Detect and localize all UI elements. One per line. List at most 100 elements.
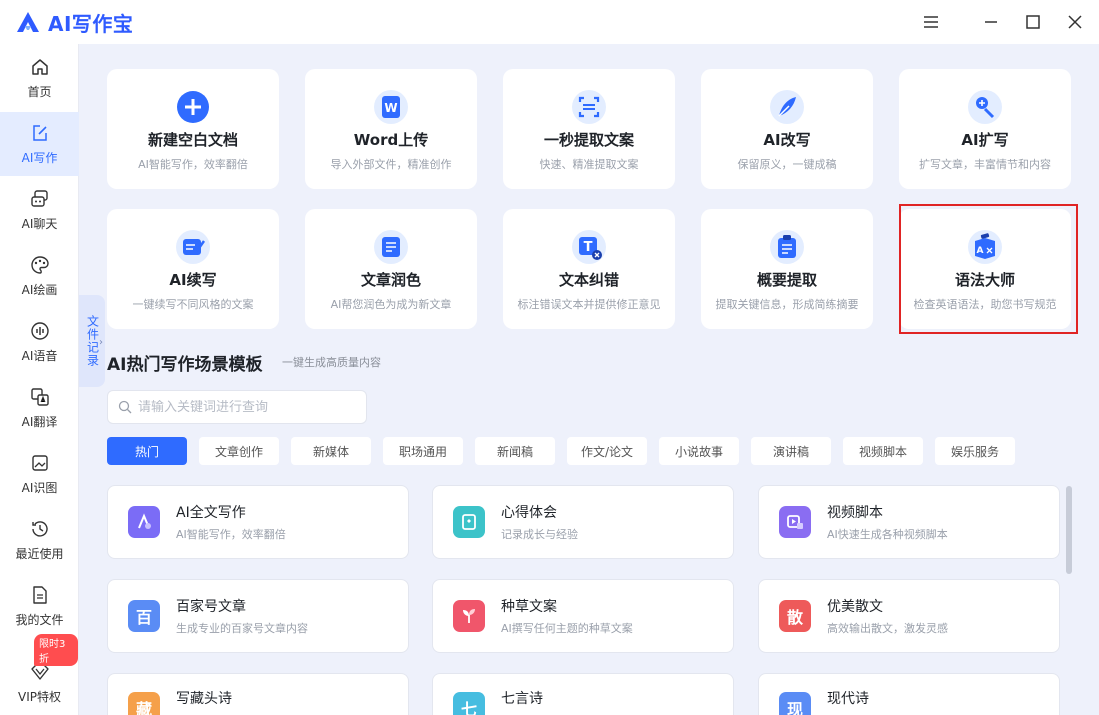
close-button[interactable]	[1057, 4, 1093, 40]
tool-title: AI续写	[169, 271, 217, 289]
tool-desc: 提取关键信息，形成简练摘要	[715, 298, 859, 311]
sidebar-item-ai-image-recognition[interactable]: AI识图	[0, 442, 79, 506]
sidebar-item-label: AI绘画	[21, 282, 58, 297]
section-title: AI热门写作场景模板	[107, 355, 263, 375]
tool-title: AI扩写	[961, 131, 1009, 149]
tool-grammar-master[interactable]: A 语法大师 检查英语语法，助您书写规范	[899, 209, 1071, 329]
tag-new-media[interactable]: 新媒体	[291, 437, 371, 465]
template-seven-char-poem[interactable]: 七 七言诗	[432, 673, 734, 715]
tool-desc: 导入外部文件，精准创作	[330, 158, 452, 171]
logo-icon	[17, 12, 39, 32]
sidebar-item-label: VIP特权	[18, 689, 61, 704]
ai-write-icon	[128, 506, 160, 538]
sidebar-item-label: AI翻译	[21, 414, 58, 429]
tool-title: 一秒提取文案	[543, 131, 634, 149]
tool-title: 语法大师	[954, 271, 1015, 289]
sidebar-item-ai-translate[interactable]: AI翻译	[0, 376, 79, 440]
template-seeding-copy[interactable]: 种草文案 AI撰写任何主题的种草文案	[432, 579, 734, 653]
minimize-button[interactable]	[973, 4, 1009, 40]
tool-new-blank-doc[interactable]: 新建空白文档 AI智能写作，效率翻倍	[107, 69, 279, 189]
plus-circle-icon	[177, 91, 209, 123]
scan-text-icon	[572, 90, 606, 124]
tool-desc: 一键续写不同风格的文案	[132, 298, 254, 311]
search-input[interactable]	[138, 399, 358, 415]
template-title: 视频脚本	[827, 505, 883, 521]
tool-ai-rewrite[interactable]: AI改写 保留原义，一键成稿	[701, 69, 873, 189]
text-correct-icon: T	[572, 230, 606, 264]
sidebar-item-label: 首页	[27, 84, 52, 99]
minimize-icon	[985, 21, 997, 23]
template-search[interactable]	[107, 390, 367, 424]
tag-workplace[interactable]: 职场通用	[383, 437, 463, 465]
template-desc: AI快速生成各种视频脚本	[827, 528, 948, 541]
tool-summary-extract[interactable]: 概要提取 提取关键信息，形成简练摘要	[701, 209, 873, 329]
template-title: 写藏头诗	[176, 691, 232, 707]
tool-desc: 扩写文章，丰富情节和内容	[919, 158, 1051, 171]
tool-desc: 保留原义，一键成稿	[737, 158, 837, 171]
sidebar-item-label: AI写作	[21, 150, 58, 165]
menu-icon	[924, 16, 938, 28]
template-modern-poem[interactable]: 现 现代诗	[758, 673, 1060, 715]
maximize-icon	[1026, 15, 1040, 29]
tool-desc: AI智能写作，效率翻倍	[138, 158, 248, 171]
tool-polish-article[interactable]: 文章润色 AI帮您润色为成为新文章	[305, 209, 477, 329]
category-tags: 热门 文章创作 新媒体 职场通用 新闻稿 作文/论文 小说故事 演讲稿 视频脚本…	[107, 437, 1027, 465]
sidebar-item-ai-chat[interactable]: AI聊天	[0, 178, 79, 242]
sidebar-item-label: 我的文件	[15, 612, 64, 627]
notebook-icon	[453, 506, 485, 538]
scrollbar-thumb[interactable]	[1066, 486, 1072, 574]
sidebar-item-my-files[interactable]: 我的文件	[0, 574, 79, 638]
vip-discount-badge: 限时3折	[34, 634, 78, 666]
template-title: 优美散文	[827, 599, 883, 615]
translate-icon	[30, 387, 49, 406]
template-title: 心得体会	[501, 505, 557, 521]
sidebar-item-recent[interactable]: 最近使用	[0, 508, 79, 572]
tag-video-script[interactable]: 视频脚本	[843, 437, 923, 465]
sidebar-item-ai-voice[interactable]: AI语音	[0, 310, 79, 374]
tag-novel[interactable]: 小说故事	[659, 437, 739, 465]
tool-desc: 检查英语语法，助您书写规范	[913, 298, 1057, 311]
file-record-tab[interactable]: 文件记录 ›	[79, 295, 105, 387]
seven-char-icon: 七	[453, 692, 485, 715]
tag-hot[interactable]: 热门	[107, 437, 187, 465]
sidebar-item-home[interactable]: 首页	[0, 46, 79, 110]
tag-essay[interactable]: 作文/论文	[567, 437, 647, 465]
tool-title: 新建空白文档	[147, 131, 238, 149]
close-icon	[1068, 15, 1082, 29]
tag-article[interactable]: 文章创作	[199, 437, 279, 465]
search-icon	[118, 400, 132, 414]
tool-ai-expand[interactable]: AI扩写 扩写文章，丰富情节和内容	[899, 69, 1071, 189]
grammar-book-icon: A	[968, 230, 1002, 264]
tool-extract-text[interactable]: 一秒提取文案 快速、精准提取文案	[503, 69, 675, 189]
svg-text:A: A	[977, 246, 984, 256]
template-prose[interactable]: 散 优美散文 高效输出散文，激发灵感	[758, 579, 1060, 653]
template-video-script[interactable]: 视频脚本 AI快速生成各种视频脚本	[758, 485, 1060, 559]
tag-entertainment[interactable]: 娱乐服务	[935, 437, 1015, 465]
edit-icon	[32, 124, 47, 141]
tag-press[interactable]: 新闻稿	[475, 437, 555, 465]
template-ai-full-writing[interactable]: AI全文写作 AI智能写作，效率翻倍	[107, 485, 409, 559]
tool-word-upload[interactable]: W Word上传 导入外部文件，精准创作	[305, 69, 477, 189]
template-baijiahao[interactable]: 百 百家号文章 生成专业的百家号文章内容	[107, 579, 409, 653]
template-desc: AI智能写作，效率翻倍	[176, 528, 286, 541]
template-reflections[interactable]: 心得体会 记录成长与经验	[432, 485, 734, 559]
file-record-label: 文件记录	[85, 315, 100, 367]
expand-pen-icon	[968, 90, 1002, 124]
prose-icon: 散	[779, 600, 811, 632]
image-icon	[31, 454, 48, 471]
template-title: AI全文写作	[176, 505, 246, 521]
modern-poem-icon: 现	[779, 692, 811, 715]
sprout-icon	[453, 600, 485, 632]
tool-ai-continue[interactable]: AI续写 一键续写不同风格的文案	[107, 209, 279, 329]
template-acrostic-poem[interactable]: 藏 写藏头诗	[107, 673, 409, 715]
quill-icon	[770, 90, 804, 124]
sidebar-item-ai-painting[interactable]: AI绘画	[0, 244, 79, 308]
section-subtitle: 一键生成高质量内容	[282, 356, 381, 369]
tool-text-correction[interactable]: T 文本纠错 标注错误文本并提供修正意见	[503, 209, 675, 329]
sidebar-item-ai-writing[interactable]: AI写作	[0, 112, 79, 176]
maximize-button[interactable]	[1015, 4, 1051, 40]
tool-desc: 标注错误文本并提供修正意见	[517, 298, 661, 311]
tag-speech[interactable]: 演讲稿	[751, 437, 831, 465]
video-script-icon	[779, 506, 811, 538]
menu-button[interactable]	[913, 4, 949, 40]
